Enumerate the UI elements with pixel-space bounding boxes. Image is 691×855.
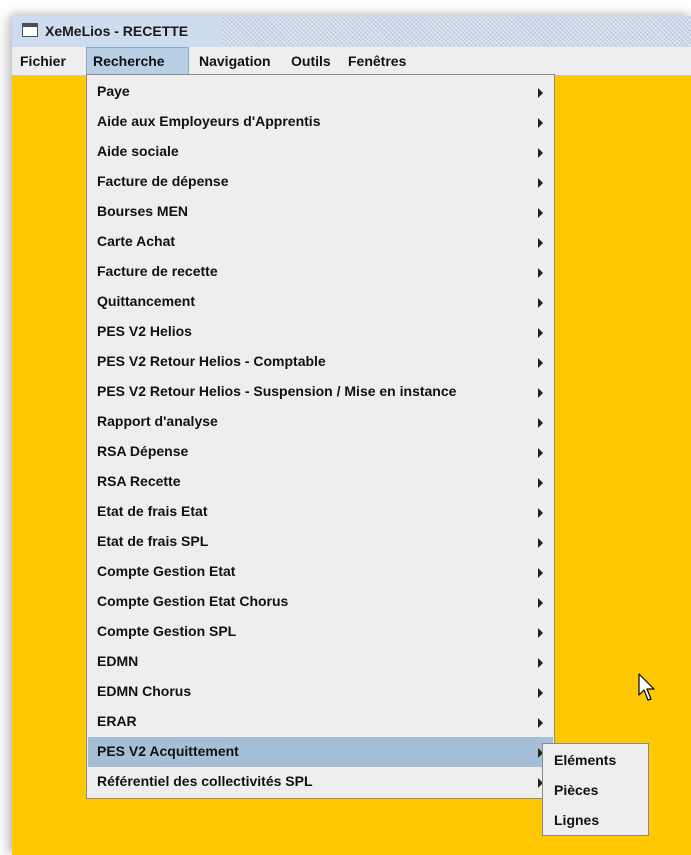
submenu-arrow-icon (538, 538, 543, 548)
menu-item-pes-v2-retour-comptable[interactable]: PES V2 Retour Helios - Comptable (88, 347, 553, 377)
submenu-arrow-icon (538, 718, 543, 728)
menu-item-label: EDMN Chorus (97, 683, 192, 699)
menu-item-label: Bourses MEN (97, 203, 189, 219)
menu-item-pes-v2-retour-suspension[interactable]: PES V2 Retour Helios - Suspension / Mise… (88, 377, 553, 407)
menu-item-facture-recette[interactable]: Facture de recette (88, 257, 553, 287)
submenu-arrow-icon (538, 148, 543, 158)
menu-item-compte-gestion-etat-chorus[interactable]: Compte Gestion Etat Chorus (88, 587, 553, 617)
menu-item-label: PES V2 Retour Helios - Suspension / Mise… (97, 383, 457, 399)
application-window: XeMeLios - RECETTE Fichier Recherche Nav… (12, 16, 691, 855)
menu-bar: Fichier Recherche Navigation Outils Fenê… (12, 47, 691, 76)
menu-item-aide-employeurs-apprentis[interactable]: Aide aux Employeurs d'Apprentis (88, 107, 553, 137)
menu-item-label: Etat de frais Etat (97, 503, 208, 519)
menu-item-compte-gestion-spl[interactable]: Compte Gestion SPL (88, 617, 553, 647)
recherche-dropdown-menu: Paye Aide aux Employeurs d'Apprentis Aid… (86, 74, 555, 799)
menu-item-label: ERAR (97, 713, 137, 729)
window-title: XeMeLios - RECETTE (45, 23, 189, 39)
submenu-arrow-icon (538, 598, 543, 608)
menu-item-aide-sociale[interactable]: Aide sociale (88, 137, 553, 167)
menu-item-erar[interactable]: ERAR (88, 707, 553, 737)
submenu-item-elements[interactable]: Eléments (544, 745, 647, 775)
submenu-arrow-icon (538, 388, 543, 398)
submenu-arrow-icon (538, 118, 543, 128)
submenu-arrow-icon (538, 208, 543, 218)
menu-item-label: Carte Achat (97, 233, 176, 249)
menu-item-label: RSA Dépense (97, 443, 189, 459)
menu-item-label: Paye (97, 83, 130, 99)
menu-navigation[interactable]: Navigation (193, 47, 277, 75)
menu-item-label: PES V2 Helios (97, 323, 192, 339)
menu-item-label: RSA Recette (97, 473, 181, 489)
menu-item-rapport-analyse[interactable]: Rapport d'analyse (88, 407, 553, 437)
menu-item-pes-v2-acquittement[interactable]: PES V2 Acquittement (88, 737, 553, 767)
menu-item-bourses-men[interactable]: Bourses MEN (88, 197, 553, 227)
submenu-arrow-icon (538, 628, 543, 638)
menu-item-label: Aide aux Employeurs d'Apprentis (97, 113, 321, 129)
submenu-item-lignes[interactable]: Lignes (544, 805, 647, 835)
submenu-item-pieces[interactable]: Pièces (544, 775, 647, 805)
pes-v2-acquittement-submenu: Eléments Pièces Lignes (542, 743, 649, 836)
submenu-arrow-icon (538, 658, 543, 668)
submenu-arrow-icon (538, 568, 543, 578)
submenu-item-label: Pièces (554, 782, 599, 798)
submenu-arrow-icon (538, 508, 543, 518)
menu-item-rsa-depense[interactable]: RSA Dépense (88, 437, 553, 467)
menu-item-label: Rapport d'analyse (97, 413, 218, 429)
menu-item-edmn-chorus[interactable]: EDMN Chorus (88, 677, 553, 707)
submenu-arrow-icon (538, 358, 543, 368)
menu-item-rsa-recette[interactable]: RSA Recette (88, 467, 553, 497)
title-bar[interactable]: XeMeLios - RECETTE (12, 16, 691, 48)
menu-item-label: Facture de dépense (97, 173, 229, 189)
menu-item-label: PES V2 Acquittement (97, 743, 239, 759)
menu-item-pes-v2-helios[interactable]: PES V2 Helios (88, 317, 553, 347)
menu-outils[interactable]: Outils (285, 47, 337, 75)
submenu-arrow-icon (538, 268, 543, 278)
menu-item-edmn[interactable]: EDMN (88, 647, 553, 677)
window-icon (22, 23, 38, 37)
menu-item-label: Compte Gestion Etat Chorus (97, 593, 289, 609)
menu-item-label: PES V2 Retour Helios - Comptable (97, 353, 326, 369)
menu-item-quittancement[interactable]: Quittancement (88, 287, 553, 317)
submenu-arrow-icon (538, 448, 543, 458)
submenu-arrow-icon (538, 328, 543, 338)
menu-item-label: Compte Gestion SPL (97, 623, 237, 639)
menu-item-label: Aide sociale (97, 143, 179, 159)
submenu-arrow-icon (538, 688, 543, 698)
menu-fichier[interactable]: Fichier (14, 47, 72, 75)
submenu-arrow-icon (538, 238, 543, 248)
mouse-pointer-icon (638, 673, 655, 701)
menu-item-facture-depense[interactable]: Facture de dépense (88, 167, 553, 197)
menu-item-etat-frais-etat[interactable]: Etat de frais Etat (88, 497, 553, 527)
submenu-arrow-icon (538, 178, 543, 188)
menu-item-paye[interactable]: Paye (88, 77, 553, 107)
submenu-arrow-icon (538, 418, 543, 428)
menu-item-carte-achat[interactable]: Carte Achat (88, 227, 553, 257)
menu-item-label: Référentiel des collectivités SPL (97, 773, 313, 789)
menu-recherche[interactable]: Recherche (86, 47, 189, 75)
menu-fenetres[interactable]: Fenêtres (342, 47, 412, 75)
menu-item-label: EDMN (97, 653, 139, 669)
menu-item-label: Facture de recette (97, 263, 218, 279)
menu-item-label: Quittancement (97, 293, 196, 309)
submenu-item-label: Lignes (554, 812, 600, 828)
menu-item-compte-gestion-etat[interactable]: Compte Gestion Etat (88, 557, 553, 587)
menu-item-label: Etat de frais SPL (97, 533, 209, 549)
submenu-arrow-icon (538, 88, 543, 98)
menu-item-label: Compte Gestion Etat (97, 563, 236, 579)
menu-item-referentiel-collectivites-spl[interactable]: Référentiel des collectivités SPL (88, 767, 553, 797)
submenu-arrow-icon (538, 298, 543, 308)
submenu-item-label: Eléments (554, 752, 617, 768)
menu-item-etat-frais-spl[interactable]: Etat de frais SPL (88, 527, 553, 557)
submenu-arrow-icon (538, 478, 543, 488)
